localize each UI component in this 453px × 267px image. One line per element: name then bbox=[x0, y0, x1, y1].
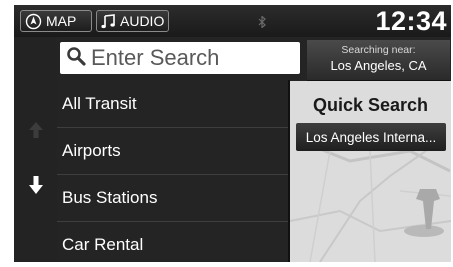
quick-search-title: Quick Search bbox=[312, 95, 429, 115]
music-note-icon bbox=[101, 13, 116, 29]
quick-search-item-label: Los Angeles Interna... bbox=[305, 129, 437, 145]
list-item-all-transit[interactable]: All Transit bbox=[57, 80, 289, 127]
audio-button[interactable]: AUDIO bbox=[96, 10, 169, 32]
status-bar: MAP AUDIO 12:34 bbox=[14, 5, 451, 37]
searching-near-value: Los Angeles, CA bbox=[330, 58, 427, 73]
list-item-bus-stations[interactable]: Bus Stations bbox=[57, 174, 289, 221]
arrow-up-icon[interactable] bbox=[28, 121, 44, 144]
map-button[interactable]: MAP bbox=[20, 10, 92, 32]
audio-button-label: AUDIO bbox=[120, 13, 165, 29]
clock: 12:34 bbox=[375, 6, 447, 36]
searching-near-label: Searching near: bbox=[341, 44, 416, 56]
list-item-label: Car Rental bbox=[62, 235, 144, 254]
search-icon bbox=[66, 46, 86, 71]
list-item-label: Bus Stations bbox=[62, 188, 158, 207]
quick-search-item[interactable]: Los Angeles Interna... bbox=[296, 123, 446, 151]
list-item-label: All Transit bbox=[62, 93, 137, 113]
arrow-down-icon[interactable] bbox=[28, 175, 44, 200]
map-home-icon bbox=[25, 13, 42, 30]
list-item-airports[interactable]: Airports bbox=[57, 127, 289, 174]
quick-search-panel: Quick Search Los Angeles Interna... bbox=[290, 81, 451, 262]
map-button-label: MAP bbox=[46, 13, 77, 29]
navigation-screen: MAP AUDIO 12:34 Enter Search Searching n… bbox=[14, 5, 451, 262]
search-field[interactable] bbox=[60, 42, 300, 74]
searching-near-button[interactable]: Searching near: Los Angeles, CA bbox=[307, 40, 450, 81]
scroll-column bbox=[14, 37, 57, 262]
list-item-car-rental[interactable]: Car Rental bbox=[57, 221, 289, 262]
search-input[interactable] bbox=[91, 45, 291, 71]
list-item-label: Airports bbox=[62, 141, 121, 160]
bluetooth-icon bbox=[258, 15, 266, 33]
